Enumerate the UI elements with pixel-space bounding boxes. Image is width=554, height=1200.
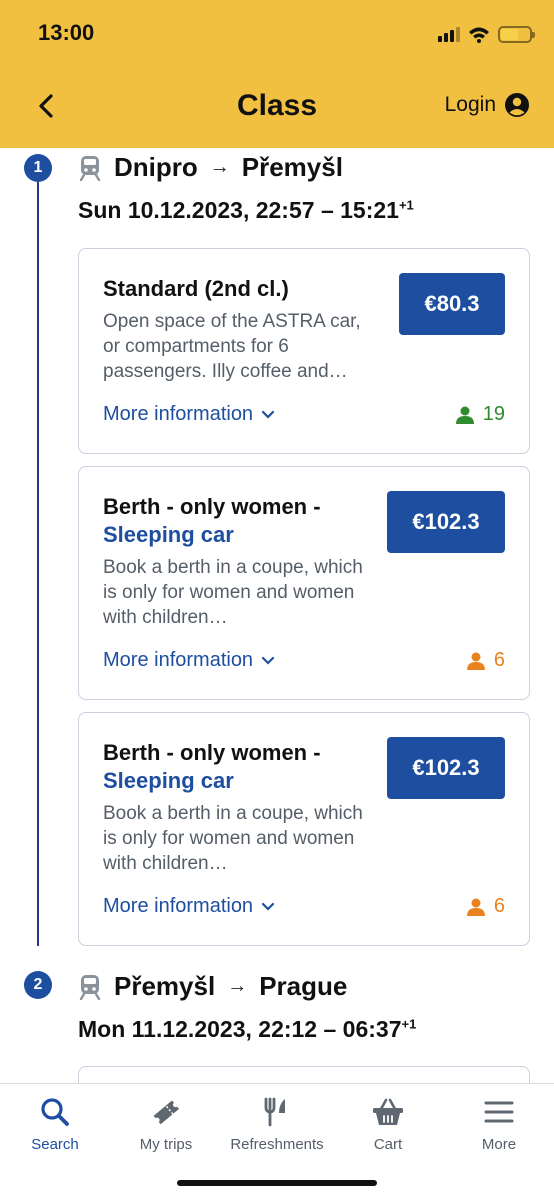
available-seats: 19: [455, 403, 505, 426]
status-icons: [438, 22, 535, 46]
datetime-text: Mon 11.12.2023, 22:12 – 06:37: [78, 1016, 402, 1042]
class-card[interactable]: Berth - only women - Sleeping car Book a…: [78, 466, 530, 700]
battery-icon: [498, 25, 535, 43]
chevron-left-icon: [39, 94, 53, 118]
train-icon: [79, 974, 101, 1000]
class-card[interactable]: Standard (2nd cl.) Open space of the AST…: [78, 248, 530, 454]
route-from: Dnipro: [114, 152, 198, 182]
search-icon: [41, 1098, 69, 1126]
class-title: Standard (2nd cl.): [103, 276, 289, 301]
account-icon: [505, 93, 529, 117]
status-time: 13:00: [38, 20, 95, 45]
more-information-link[interactable]: More information: [103, 649, 275, 672]
person-icon: [466, 898, 485, 916]
basket-icon: [373, 1098, 403, 1125]
price-button[interactable]: €80.3: [399, 273, 505, 335]
tab-label: Cart: [373, 1136, 403, 1153]
class-title-main: Berth - only women -: [103, 740, 321, 765]
available-seats: 6: [466, 649, 505, 672]
timeline-line: [37, 182, 39, 946]
seat-count: 6: [493, 895, 505, 917]
back-button[interactable]: [30, 90, 62, 122]
tab-refreshments[interactable]: Refreshments: [222, 1096, 332, 1153]
person-icon: [466, 652, 485, 670]
day-offset: +1: [401, 1016, 417, 1032]
available-seats: 6: [466, 895, 505, 918]
class-description: Book a berth in a coupe, which is only f…: [103, 557, 363, 628]
more-information-label: More information: [103, 649, 254, 671]
tab-my-trips[interactable]: My trips: [111, 1096, 221, 1153]
price-button[interactable]: €102.3: [387, 491, 505, 553]
step-badge: 1: [24, 154, 52, 182]
route-header: Přemyšl → Prague: [78, 971, 347, 1002]
chevron-down-icon: [261, 410, 275, 419]
cellular-signal-icon: [438, 26, 460, 42]
class-subtitle: Sleeping car: [103, 768, 234, 793]
class-title: Berth - only women - Sleeping car: [103, 493, 353, 549]
person-icon: [455, 406, 474, 424]
trip-datetime: Sun 10.12.2023, 22:57 – 15:21+1: [78, 197, 414, 224]
more-information-link[interactable]: More information: [103, 895, 275, 918]
tab-search[interactable]: Search: [0, 1096, 110, 1153]
step-badge: 2: [24, 971, 52, 999]
menu-icon: [484, 1101, 514, 1123]
trip-datetime: Mon 11.12.2023, 22:12 – 06:37+1: [78, 1016, 416, 1043]
class-title: Berth - only women - Sleeping car: [103, 739, 353, 795]
route-to: Přemyšl: [241, 152, 343, 182]
day-offset: +1: [398, 197, 414, 213]
tab-cart[interactable]: Cart: [333, 1096, 443, 1153]
price-button[interactable]: €102.3: [387, 737, 505, 799]
login-button[interactable]: Login: [445, 92, 530, 118]
arrow-right-icon: →: [227, 975, 248, 997]
ticket-icon: [153, 1100, 180, 1125]
route-from: Přemyšl: [114, 971, 216, 1001]
tab-label: My trips: [139, 1136, 193, 1153]
class-title-main: Berth - only women -: [103, 494, 321, 519]
home-indicator: [177, 1180, 377, 1186]
app-header: 13:00 Class Login: [0, 0, 554, 148]
chevron-down-icon: [261, 902, 275, 911]
route-header: Dnipro → Přemyšl: [78, 152, 343, 183]
class-card[interactable]: Berth - only women - Sleeping car Book a…: [78, 712, 530, 946]
seat-count: 19: [482, 403, 505, 425]
datetime-text: Sun 10.12.2023, 22:57 – 15:21: [78, 197, 399, 223]
more-information-label: More information: [103, 895, 254, 917]
chevron-down-icon: [261, 656, 275, 665]
tab-label: Refreshments: [230, 1136, 324, 1153]
more-information-label: More information: [103, 403, 254, 425]
class-subtitle: Sleeping car: [103, 522, 234, 547]
tab-label: Search: [31, 1136, 79, 1153]
train-icon: [79, 155, 101, 181]
more-information-link[interactable]: More information: [103, 403, 275, 426]
arrow-right-icon: →: [209, 156, 230, 178]
fork-knife-icon: [264, 1097, 285, 1127]
tab-more[interactable]: More: [444, 1096, 554, 1153]
seat-count: 6: [493, 649, 505, 671]
login-label: Login: [444, 93, 496, 116]
wifi-icon: [469, 27, 489, 43]
class-description: Open space of the ASTRA car, or compartm…: [103, 311, 361, 382]
route-to: Prague: [259, 971, 348, 1001]
tab-label: More: [481, 1136, 517, 1153]
class-description: Book a berth in a coupe, which is only f…: [103, 803, 363, 874]
